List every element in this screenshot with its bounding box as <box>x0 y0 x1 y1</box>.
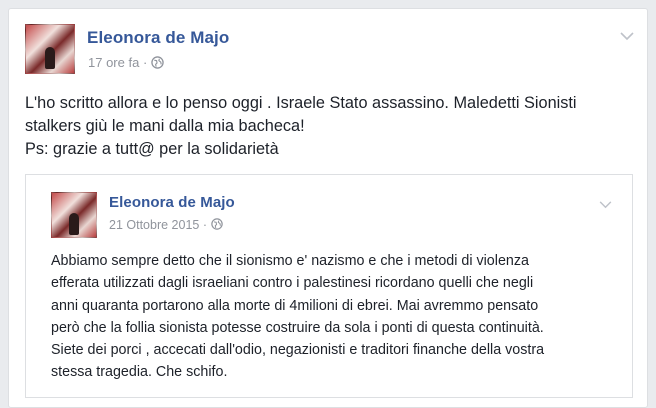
shared-text-line: Siete dei porci , accecati dall'odio, ne… <box>51 342 545 359</box>
post-card: Eleonora de Majo 17 ore fa · L'ho scritt… <box>8 8 648 408</box>
shared-text-line: stessa tragedia. Che schifo. <box>51 364 228 381</box>
post-meta: 17 ore fa · <box>88 55 164 72</box>
post-text: L'ho scritto allora e lo penso oggi . Is… <box>25 92 577 161</box>
shared-author-name[interactable]: Eleonora de Majo <box>109 194 235 211</box>
shared-post-text: Abbiamo sempre detto che il sionismo e' … <box>51 250 544 384</box>
meta-separator: · <box>202 218 208 232</box>
meta-separator: · <box>142 55 148 70</box>
shared-text-line: Abbiamo sempre detto che il sionismo e' … <box>51 253 529 269</box>
post-text-line: stalkers giù le mani dalla mia bacheca! <box>25 117 305 135</box>
post-timestamp[interactable]: 17 ore fa <box>88 55 139 70</box>
shared-post-meta: 21 Ottobre 2015 · <box>109 218 223 233</box>
globe-icon[interactable] <box>151 55 164 72</box>
chevron-down-icon[interactable] <box>620 28 634 46</box>
shared-text-line: efferata utilizzati dagli israeliani con… <box>51 275 534 292</box>
post-text-line: L'ho scritto allora e lo penso oggi . Is… <box>25 94 577 112</box>
shared-text-line: però che la follia sionista potesse cost… <box>51 319 544 336</box>
shared-text-line: anni quaranta portarono alla morte di 4m… <box>51 297 539 314</box>
shared-post[interactable]: Eleonora de Majo 21 Ottobre 2015 · Abbia… <box>25 174 633 398</box>
shared-author-avatar[interactable] <box>51 192 97 238</box>
author-name[interactable]: Eleonora de Majo <box>87 28 229 48</box>
author-avatar[interactable] <box>25 24 75 74</box>
chevron-down-icon[interactable] <box>599 196 612 214</box>
shared-post-timestamp[interactable]: 21 Ottobre 2015 <box>109 218 199 232</box>
globe-icon[interactable] <box>210 218 223 233</box>
post-text-line: Ps: grazie a tutt@ per la solidarietà <box>25 140 279 158</box>
